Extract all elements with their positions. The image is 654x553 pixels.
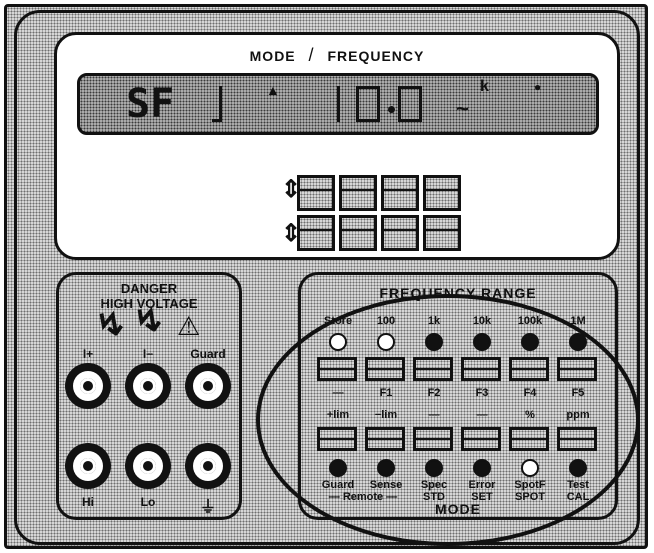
digit-2-up-key[interactable] (339, 175, 377, 211)
range-led-10k (473, 333, 491, 351)
i-minus-jack[interactable] (125, 363, 171, 409)
warning-triangle-icon: ⚠ (177, 311, 201, 341)
digit-3-up-key[interactable] (381, 175, 419, 211)
mode-label-spotf: SpotF (514, 479, 546, 491)
blank-key-2[interactable] (461, 427, 501, 451)
multiplier-label: k (480, 78, 489, 95)
function-label-f4: F4 (523, 387, 537, 399)
ppm-key[interactable] (557, 427, 597, 451)
ground-symbol-icon: ⏚ (199, 499, 216, 516)
range-label-100: 100 (376, 315, 396, 327)
range-10k-key[interactable] (461, 357, 501, 381)
frequency-range-title: FREQUENCY RANGE (379, 285, 537, 301)
terminal-label-hi: Hi (82, 495, 94, 509)
limit-label-minus: −lim (374, 409, 398, 421)
hi-jack[interactable] (65, 443, 111, 489)
digit-1-down-key[interactable] (297, 215, 335, 251)
lo-jack[interactable] (125, 443, 171, 489)
mode-led-test (569, 459, 587, 477)
range-led-100 (377, 333, 395, 351)
digit-2-down-key[interactable] (339, 215, 377, 251)
display-title-frequency: FREQUENCY (327, 48, 425, 64)
lcd-display: SF ▲ ~ k ● (77, 73, 599, 135)
ac-symbol: ~ (456, 96, 469, 121)
range-led-1k (425, 333, 443, 351)
range-led-1m (569, 333, 587, 351)
range-100k-key[interactable] (509, 357, 549, 381)
mode-label-test: Test (567, 479, 589, 491)
mode-label-guard: Guard (321, 479, 355, 491)
range-label-1k: 1k (427, 315, 441, 327)
danger-line-1: DANGER (120, 281, 178, 296)
decimal-point (388, 106, 395, 113)
digit-1 (212, 86, 222, 122)
digit-2 (330, 86, 340, 122)
mode-title: MODE (435, 501, 481, 517)
mode-label-spec: Spec (420, 479, 448, 491)
down-arrow-icon: ⇕ (281, 220, 302, 247)
digit-4-down-key[interactable] (423, 215, 461, 251)
terminal-label-guard: Guard (190, 347, 226, 361)
percent-key[interactable] (509, 427, 549, 451)
function-label-0: — (332, 387, 344, 399)
digit-rocker-group: ⇕ ⇕ (277, 171, 477, 257)
function-label-f2: F2 (427, 387, 441, 399)
digit-3 (356, 86, 380, 122)
display-title: MODE / FREQUENCY (57, 45, 617, 66)
plus-lim-key[interactable] (317, 427, 357, 451)
limit-label-percent: % (525, 409, 535, 421)
digit-3-down-key[interactable] (381, 215, 419, 251)
display-title-mode: MODE (249, 48, 296, 64)
lcd-annunciator-icon: ● (534, 80, 542, 94)
blank-key-1[interactable] (413, 427, 453, 451)
range-1m-key[interactable] (557, 357, 597, 381)
terminal-label-lo: Lo (140, 495, 156, 509)
range-led-100k (521, 333, 539, 351)
mode-led-sense (377, 459, 395, 477)
up-arrow-icon: ⇕ (281, 176, 302, 203)
minus-lim-key[interactable] (365, 427, 405, 451)
function-label-f5: F5 (571, 387, 585, 399)
digit-4 (398, 86, 422, 122)
function-label-f3: F3 (475, 387, 489, 399)
range-led-store (329, 333, 347, 351)
range-label-10k: 10k (472, 315, 492, 327)
limit-label-blank-1: — (428, 409, 440, 421)
range-label-100k: 100k (517, 315, 543, 327)
mode-led-error (473, 459, 491, 477)
mode-led-spec (425, 459, 443, 477)
store-key[interactable] (317, 357, 357, 381)
range-100-key[interactable] (365, 357, 405, 381)
lcd-indicator-icon: ▲ (266, 82, 280, 98)
terminal-panel: DANGER HIGH VOLTAGE ↯ ↯ ⚠ I+ I− Guard Hi… (56, 272, 242, 520)
range-label-store: Store (323, 315, 353, 327)
range-1k-key[interactable] (413, 357, 453, 381)
digit-1-up-key[interactable] (297, 175, 335, 211)
i-plus-jack[interactable] (65, 363, 111, 409)
keypad-panel: FREQUENCY RANGE Store 100 1k 10k 100k 1M… (298, 272, 618, 520)
mode-label-sense: Sense (369, 479, 403, 491)
limit-label-blank-2: — (476, 409, 488, 421)
guard-jack[interactable] (185, 363, 231, 409)
terminal-label-i-plus: I+ (82, 347, 94, 361)
mode-led-guard (329, 459, 347, 477)
digit-4-up-key[interactable] (423, 175, 461, 211)
limit-label-ppm: ppm (566, 409, 590, 421)
mode-readout: SF (126, 81, 175, 127)
display-title-separator: / (308, 45, 315, 65)
range-label-1m: 1M (570, 315, 586, 327)
terminal-label-i-minus: I− (142, 347, 154, 361)
mode-label-error: Error (468, 479, 496, 491)
display-panel: MODE / FREQUENCY SF ▲ ~ k ● ⇕ ⇕ (54, 32, 620, 260)
function-label-f1: F1 (379, 387, 393, 399)
mode-led-spotf (521, 459, 539, 477)
limit-label-plus: +lim (326, 409, 350, 421)
ground-jack[interactable] (185, 443, 231, 489)
